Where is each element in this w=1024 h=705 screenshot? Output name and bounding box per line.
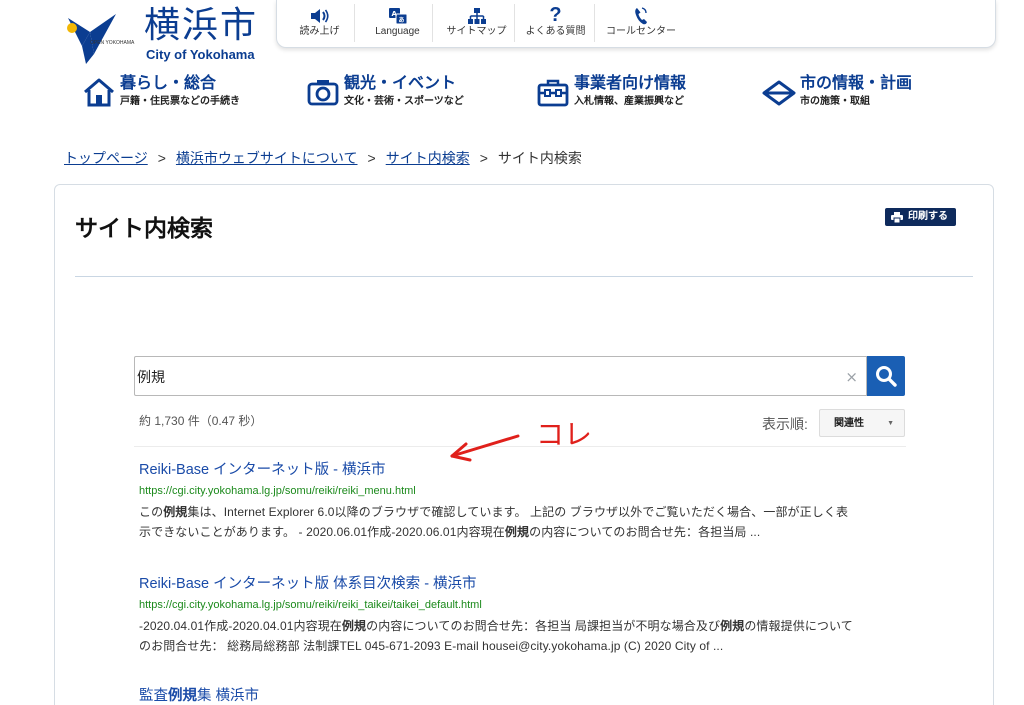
sort-order-value: 関連性 [834, 418, 864, 429]
breadcrumb-current: サイト内検索 [497, 150, 582, 166]
snippet-highlight: 例規 [341, 619, 367, 633]
gnav-business-sub: 入札情報、産業振興など [574, 96, 684, 107]
search-icon [876, 366, 897, 387]
search-result-url: https://cgi.city.yokohama.lg.jp/somu/rei… [139, 485, 416, 497]
title-divider [75, 276, 973, 277]
search-result-title-link[interactable]: Reiki-Base インターネット版 体系目次検索 - 横浜市 [139, 575, 909, 593]
yokohama-logo-mark-icon [67, 14, 116, 64]
faq-label: よくある質問 [525, 26, 586, 37]
logo-open-yokohama-text: OPEN YOKOHAMA [90, 40, 135, 46]
breadcrumb: トップページ > 横浜市ウェブサイトについて > サイト内検索 > サイト内検索 [64, 148, 582, 168]
breadcrumb-separator: > [479, 150, 488, 166]
title-text: 集 横浜市 [197, 688, 260, 704]
house-icon [84, 78, 114, 107]
snippet-text: の内容についてのお問合せ先：各担当局 ... [529, 525, 761, 539]
handwritten-arrow-annotation: コレ [450, 418, 592, 462]
sitemap-icon [439, 4, 514, 26]
search-result-url: https://cgi.city.yokohama.lg.jp/somu/rei… [139, 599, 482, 611]
title-text: 監査 [139, 688, 168, 704]
snippet-highlight: 例規 [720, 619, 745, 633]
callcenter-icon [599, 4, 683, 26]
question-icon: ? [549, 4, 562, 26]
gnav-business-title: 事業者向け情報 [574, 75, 687, 92]
annotation-text: コレ [536, 418, 592, 451]
page-title: サイト内検索 [75, 215, 213, 241]
gnav-tourism-sub: 文化・芸術・スポーツなど [344, 96, 464, 107]
snippet-text: 集は、Internet Explorer 6.0以降のブラウザで確認しています。… [187, 505, 849, 519]
language-label: Language [375, 26, 420, 37]
snippet-text: 示できないことがあります。 - 2020.06.01作成-2020.06.01内… [139, 525, 505, 539]
call-center-button[interactable]: コールセンター [599, 4, 683, 42]
search-result-title-link[interactable]: 監査例規集 横浜市 [139, 687, 909, 705]
camera-icon [307, 80, 339, 106]
print-button[interactable]: 印刷する [885, 208, 956, 226]
search-result-snippet: この例規集は、Internet Explorer 6.0以降のブラウザで確認して… [139, 502, 909, 542]
search-result: Reiki-Base インターネット版 - 横浜市 https://cgi.ci… [139, 461, 909, 542]
gnav-city-info-sub: 市の施策・取組 [800, 96, 870, 107]
speaker-icon [285, 4, 354, 26]
breadcrumb-search-link[interactable]: サイト内検索 [386, 150, 470, 166]
clear-search-icon[interactable]: × [845, 370, 858, 385]
language-button[interactable]: Aあ Language [363, 4, 433, 42]
gnav-city-info[interactable]: 市の情報・計画 市の施策・取組 [762, 74, 982, 114]
snippet-highlight: 例規 [163, 505, 188, 519]
breadcrumb-separator: > [157, 150, 166, 166]
translate-icon: Aあ [363, 4, 432, 26]
search-result-snippet: -2020.04.01作成-2020.04.01内容現在例規の内容についてのお問… [139, 616, 909, 656]
sort-label: 表示順: [762, 416, 808, 432]
call-center-label: コールセンター [606, 26, 676, 37]
breadcrumb-top-link[interactable]: トップページ [64, 150, 148, 166]
gnav-living-sub: 戸籍・住民票などの手続き [120, 96, 240, 107]
logo-english-name: City of Yokohama [146, 47, 255, 62]
search-box: × [134, 356, 867, 396]
print-button-label: 印刷する [908, 211, 948, 222]
breadcrumb-about-link[interactable]: 横浜市ウェブサイトについて [176, 150, 358, 166]
result-count: 約 1,730 件（0.47 秒） [139, 414, 263, 428]
svg-text:あ: あ [398, 16, 404, 24]
svg-text:A: A [391, 10, 397, 18]
snippet-text: のお問合せ先： 総務局総務部 法制課TEL 045-671-2093 E-mai… [139, 639, 724, 653]
search-button[interactable] [867, 356, 905, 396]
chevron-down-icon: ▼ [887, 420, 894, 427]
gnav-business[interactable]: 事業者向け情報 入札情報、産業振興など [536, 74, 736, 114]
briefcase-icon [537, 79, 569, 107]
diamond-icon [762, 80, 796, 106]
read-aloud-button[interactable]: 読み上げ [285, 4, 355, 42]
search-result: 監査例規集 横浜市 [139, 687, 909, 705]
gnav-living[interactable]: 暮らし・総合 戸籍・住民票などの手続き [82, 74, 282, 114]
site-logo[interactable]: OPEN YOKOHAMA 横浜市 City of Yokohama [62, 4, 262, 64]
sitemap-button[interactable]: サイトマップ [439, 4, 515, 42]
faq-button[interactable]: ? よくある質問 [517, 4, 595, 42]
read-aloud-label: 読み上げ [299, 26, 340, 37]
search-input[interactable] [137, 367, 837, 387]
snippet-text: の情報提供について [744, 619, 853, 633]
logo-japanese-name: 横浜市 [144, 5, 259, 46]
gnav-living-title: 暮らし・総合 [120, 75, 217, 92]
sort-order-select[interactable]: 関連性 ▼ [819, 409, 905, 437]
gnav-tourism-title: 観光・イベント [344, 75, 457, 92]
sitemap-label: サイトマップ [446, 26, 507, 37]
gnav-city-info-title: 市の情報・計画 [800, 75, 913, 92]
snippet-text: この [139, 505, 164, 519]
breadcrumb-separator: > [367, 150, 376, 166]
snippet-highlight: 例規 [504, 525, 530, 539]
search-result: Reiki-Base インターネット版 体系目次検索 - 横浜市 https:/… [139, 575, 909, 656]
title-highlight: 例規 [168, 688, 197, 704]
snippet-text: の内容についてのお問合せ先：各担当 局課担当が不明な場合及び [366, 619, 721, 633]
gnav-tourism[interactable]: 観光・イベント 文化・芸術・スポーツなど [306, 74, 506, 114]
utility-nav: 読み上げ Aあ Language サイトマップ ? よくある質問 コールセンター [276, 0, 996, 48]
snippet-text: -2020.04.01作成-2020.04.01内容現在 [139, 619, 342, 633]
printer-icon [891, 211, 903, 223]
